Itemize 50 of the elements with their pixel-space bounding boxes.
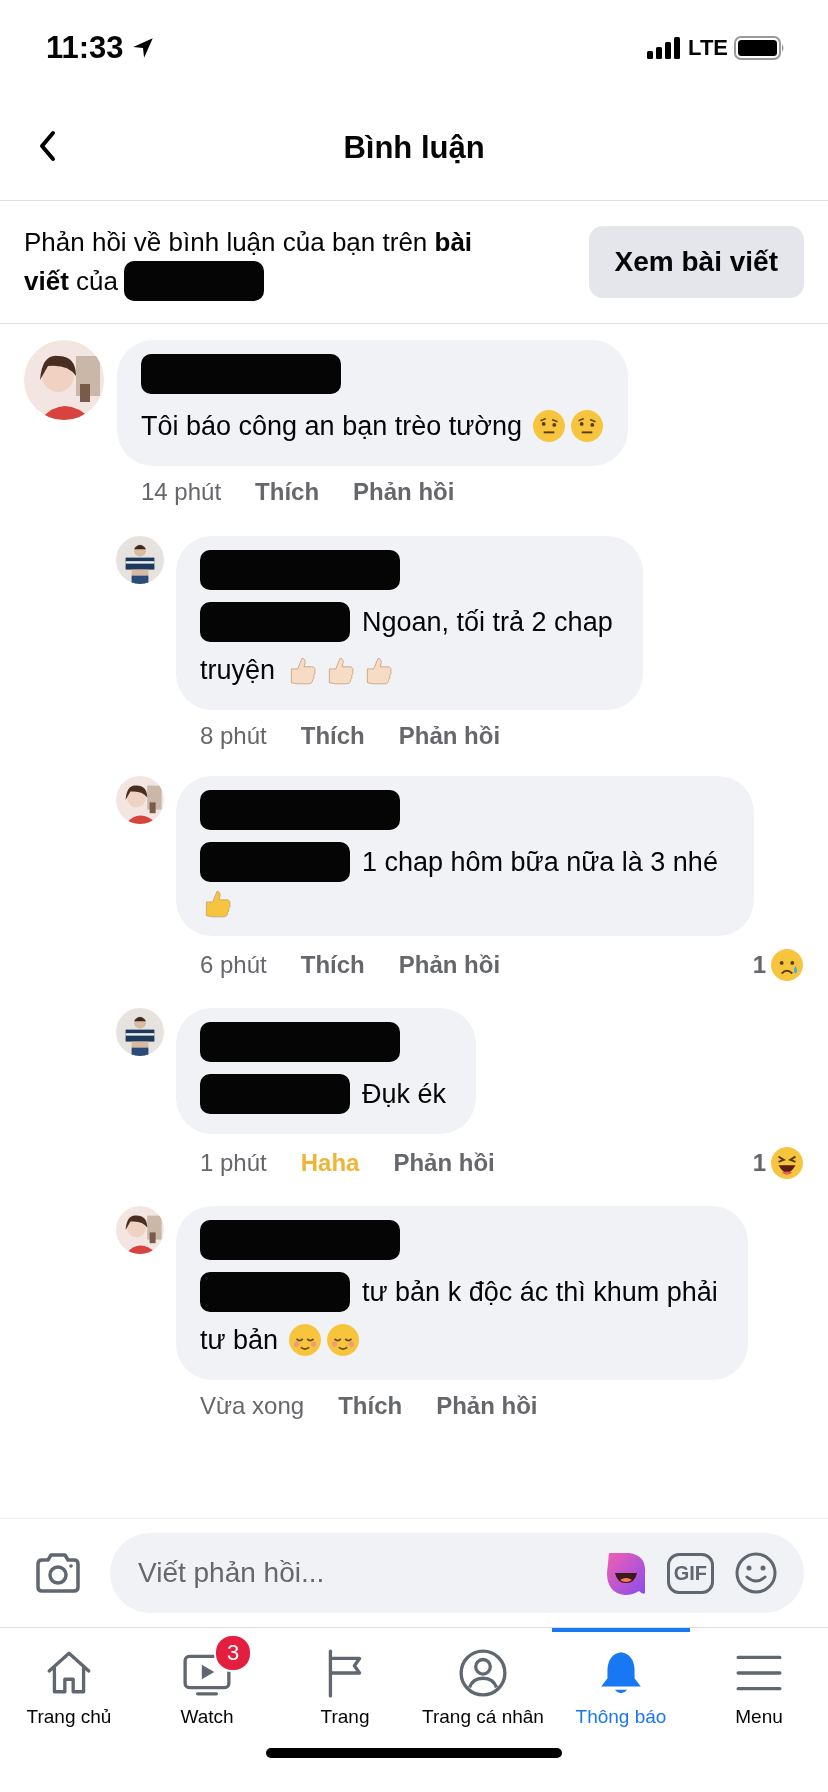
- reply-link[interactable]: Phản hồi: [393, 1149, 495, 1177]
- banner-text: viết của: [24, 265, 118, 298]
- emoji-face-icon: [288, 1323, 323, 1357]
- reaction-emoji-icon: [770, 948, 804, 982]
- reaction-count: 1: [752, 1149, 766, 1177]
- emoji-face-icon: [532, 409, 567, 443]
- nav-tab[interactable]: Trang chủ: [0, 1628, 138, 1740]
- reaction-count: 1: [752, 951, 766, 979]
- comment-time: Vừa xong: [200, 1392, 305, 1420]
- comment-time: 1 phút: [200, 1149, 267, 1177]
- camera-icon[interactable]: [34, 1552, 82, 1594]
- react-link[interactable]: Thích: [338, 1392, 403, 1420]
- emoji-face-icon: [570, 409, 605, 443]
- notification-badge: 3: [214, 1634, 252, 1672]
- comment-text: 1 chap hôm bữa nữa là 3 nhé: [362, 846, 718, 879]
- react-link[interactable]: Thích: [300, 951, 365, 979]
- network-type: LTE: [688, 35, 728, 61]
- nav-tab[interactable]: Trang cá nhân: [414, 1628, 552, 1740]
- nav-tab[interactable]: Trang: [276, 1628, 414, 1740]
- reaction-emoji-icon: [770, 1146, 804, 1180]
- reply-link[interactable]: Phản hồi: [398, 951, 501, 979]
- banner-text: Phản hồi về bình luận của bạn trên bài: [24, 226, 473, 259]
- comment-text: Đụk ék: [362, 1078, 447, 1111]
- emoji-face-icon: [326, 1323, 361, 1357]
- react-link[interactable]: Thích: [255, 478, 320, 506]
- reply-link[interactable]: Phản hồi: [436, 1392, 538, 1420]
- comment-text: tư bản k độc ác thì khum phải: [362, 1276, 718, 1309]
- status-time: 11:33: [46, 30, 124, 66]
- comment-text: truyện: [200, 654, 276, 687]
- view-post-button[interactable]: Xem bài viết: [588, 226, 804, 298]
- battery-icon: [734, 36, 786, 60]
- reply-input-field[interactable]: Viết phản hồi... GIF: [110, 1533, 804, 1613]
- reply-link[interactable]: Phản hồi: [353, 478, 455, 506]
- comment-time: 14 phút: [141, 478, 222, 506]
- nav-tab[interactable]: 3 Watch: [138, 1628, 276, 1740]
- profile-icon: [458, 1648, 508, 1698]
- reply-link[interactable]: Phản hồi: [398, 722, 501, 750]
- comment-text: tư bản: [200, 1324, 279, 1357]
- emoji-icon[interactable]: [734, 1551, 778, 1595]
- comment-time: 8 phút: [200, 722, 267, 750]
- nav-tab[interactable]: Thông báo: [552, 1628, 690, 1740]
- page-title: Bình luận: [343, 130, 485, 166]
- comment-text: Ngoan, tối trả 2 chap: [362, 606, 613, 639]
- back-icon[interactable]: [38, 130, 58, 162]
- signal-icon: [646, 37, 683, 59]
- react-link[interactable]: Thích: [300, 722, 365, 750]
- comment-text: Tôi báo công an bạn trèo tường: [141, 410, 523, 443]
- nav-tab[interactable]: Menu: [690, 1628, 828, 1740]
- comment-time: 6 phút: [200, 951, 267, 979]
- gif-button[interactable]: GIF: [666, 1552, 714, 1594]
